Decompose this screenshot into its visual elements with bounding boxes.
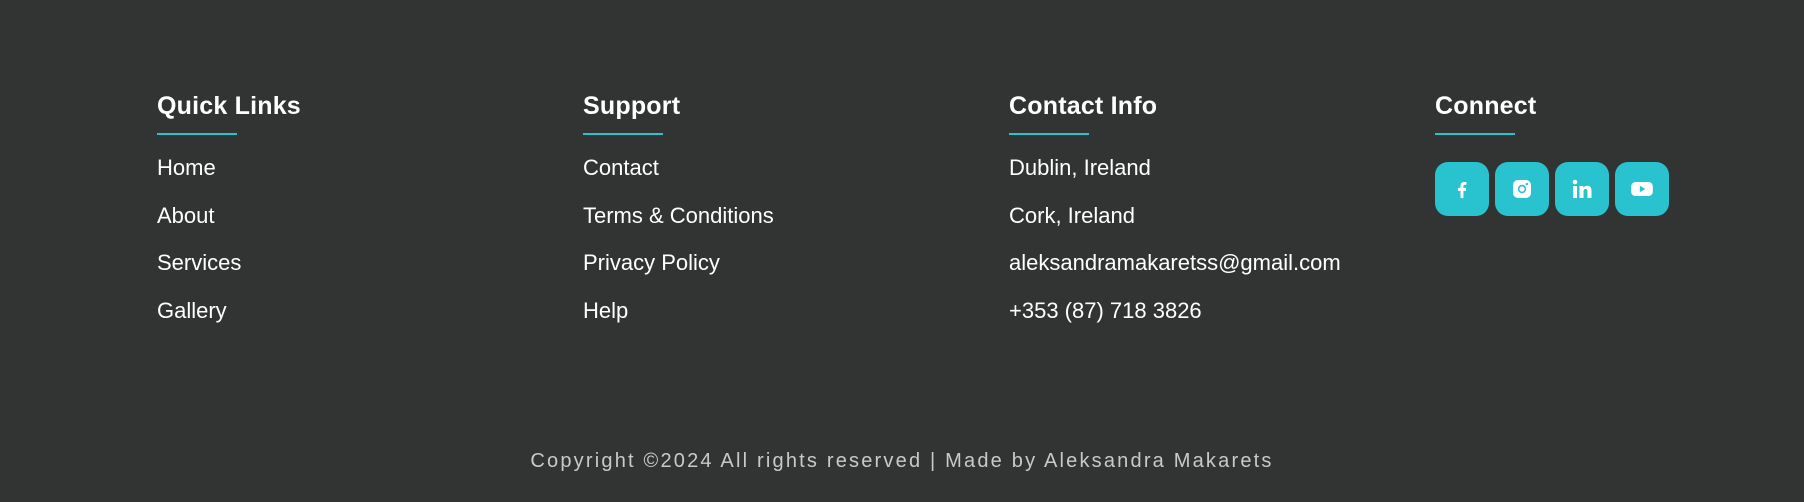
footer-columns: Quick Links Home About Services Gallery … bbox=[157, 90, 1804, 344]
quick-links-heading: Quick Links bbox=[157, 92, 301, 120]
link-gallery[interactable]: Gallery bbox=[157, 297, 583, 325]
connect-heading: Connect bbox=[1435, 92, 1537, 120]
link-home[interactable]: Home bbox=[157, 154, 583, 182]
support-list: Contact Terms & Conditions Privacy Polic… bbox=[583, 154, 1009, 325]
instagram-icon bbox=[1513, 180, 1531, 198]
contact-info-list: Dublin, Ireland Cork, Ireland aleksandra… bbox=[1009, 154, 1435, 325]
heading-underline bbox=[157, 133, 237, 135]
contact-info-heading: Contact Info bbox=[1009, 92, 1158, 120]
heading-underline bbox=[1009, 133, 1089, 135]
link-contact[interactable]: Contact bbox=[583, 154, 1009, 182]
heading-underline bbox=[1435, 133, 1515, 135]
link-help[interactable]: Help bbox=[583, 297, 1009, 325]
youtube-button[interactable] bbox=[1615, 162, 1669, 216]
link-terms[interactable]: Terms & Conditions bbox=[583, 202, 1009, 230]
linkedin-icon bbox=[1572, 179, 1592, 198]
heading-underline bbox=[583, 133, 663, 135]
linkedin-button[interactable] bbox=[1555, 162, 1609, 216]
contact-location-dublin: Dublin, Ireland bbox=[1009, 155, 1151, 180]
connect-column: Connect bbox=[1435, 90, 1804, 344]
support-column: Support Contact Terms & Conditions Priva… bbox=[583, 90, 1009, 344]
link-privacy[interactable]: Privacy Policy bbox=[583, 249, 1009, 277]
support-heading: Support bbox=[583, 92, 681, 120]
quick-links-list: Home About Services Gallery bbox=[157, 154, 583, 325]
facebook-button[interactable] bbox=[1435, 162, 1489, 216]
facebook-icon bbox=[1457, 181, 1467, 199]
link-services[interactable]: Services bbox=[157, 249, 583, 277]
link-about[interactable]: About bbox=[157, 202, 583, 230]
copyright-text: Copyright ©2024 All rights reserved | Ma… bbox=[530, 450, 1274, 472]
contact-phone[interactable]: +353 (87) 718 3826 bbox=[1009, 297, 1435, 325]
instagram-button[interactable] bbox=[1495, 162, 1549, 216]
contact-location-cork: Cork, Ireland bbox=[1009, 202, 1135, 228]
quick-links-column: Quick Links Home About Services Gallery bbox=[157, 90, 583, 344]
youtube-icon bbox=[1631, 181, 1653, 197]
contact-email[interactable]: aleksandramakaretss@gmail.com bbox=[1009, 249, 1435, 277]
social-links bbox=[1435, 162, 1804, 216]
contact-info-column: Contact Info Dublin, Ireland Cork, Irela… bbox=[1009, 90, 1435, 344]
